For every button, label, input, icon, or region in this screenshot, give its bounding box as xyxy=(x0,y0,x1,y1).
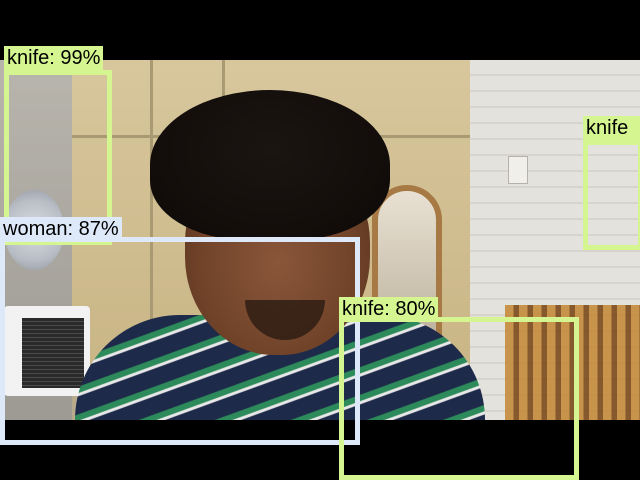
detection-box-woman-87 xyxy=(0,237,360,445)
light-switch xyxy=(508,156,528,184)
detection-label-woman-87: woman: 87% xyxy=(0,217,122,241)
detection-box-knife-80 xyxy=(339,317,579,480)
detection-box-knife-right xyxy=(583,140,640,250)
detection-label-knife-right: knife xyxy=(583,116,640,140)
person-hair xyxy=(150,90,390,240)
camera-frame: knife: 99% knife woman: 87% knife: 80% xyxy=(0,0,640,480)
detection-label-knife-80: knife: 80% xyxy=(339,297,439,321)
detection-label-knife-99: knife: 99% xyxy=(4,46,104,70)
